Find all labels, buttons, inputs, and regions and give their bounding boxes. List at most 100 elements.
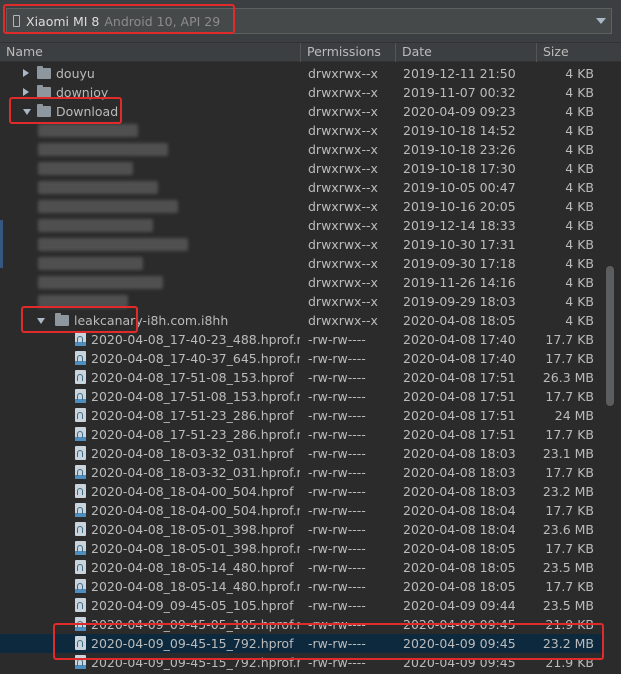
name-cell: 2020-04-08_18-03-32_031.hprof — [0, 444, 300, 463]
device-file-explorer: Xiaomi MI 8 Android 10, API 29 Name Perm… — [0, 0, 621, 674]
date-cell: 2020-04-08 18:05 — [403, 541, 516, 556]
folder-row[interactable]: drwxrwx--x 2019-12-14 18:33 4 KB — [0, 216, 603, 235]
redacted-name — [38, 276, 163, 289]
permissions-cell: drwxrwx--x — [308, 123, 378, 138]
file-row[interactable]: 2020-04-09_09-45-15_792.hprof -rw-rw---- 2… — [0, 634, 603, 653]
permissions-cell: -rw-rw---- — [308, 522, 366, 537]
permissions-cell: drwxrwx--x — [308, 256, 378, 271]
result-file-icon — [75, 332, 86, 346]
name-cell: 2020-04-08_18-05-01_398.hprof — [0, 520, 300, 539]
name-cell — [0, 121, 300, 140]
folder-icon — [37, 66, 51, 79]
permissions-cell: -rw-rw---- — [308, 541, 366, 556]
redacted-name — [38, 219, 153, 232]
permissions-cell: drwxrwx--x — [308, 142, 378, 157]
file-name: 2020-04-08_18-04-00_504.hprof — [91, 484, 294, 499]
file-row[interactable]: 2020-04-08_17-40-37_645.hprof.result -rw-… — [0, 349, 603, 368]
file-name: 2020-04-09_09-45-15_792.hprof — [91, 636, 294, 651]
file-row[interactable]: 2020-04-08_18-05-14_480.hprof.result -rw-… — [0, 577, 603, 596]
size-cell: 23.2 MB — [542, 484, 594, 499]
toolbar: Xiaomi MI 8 Android 10, API 29 — [0, 0, 621, 42]
file-row[interactable]: 2020-04-08_17-51-08_153.hprof -rw-rw---- 2… — [0, 368, 603, 387]
folder-row[interactable]: Download drwxrwx--x 2020-04-09 09:23 4 KB — [0, 102, 603, 121]
expand-open-icon[interactable] — [37, 318, 45, 324]
redacted-name — [38, 143, 168, 156]
size-cell: 17.7 KB — [545, 503, 594, 518]
hprof-file-icon — [75, 636, 86, 650]
file-row[interactable]: 2020-04-08_18-03-32_031.hprof.result -rw-… — [0, 463, 603, 482]
file-row[interactable]: 2020-04-08_17-40-23_488.hprof.result -rw-… — [0, 330, 603, 349]
size-cell: 23.2 MB — [542, 636, 594, 651]
size-cell: 4 KB — [565, 275, 594, 290]
hprof-file-icon — [75, 598, 86, 612]
date-cell: 2020-04-09 09:45 — [403, 617, 516, 632]
chevron-down-icon[interactable] — [596, 18, 606, 24]
permissions-cell: -rw-rw---- — [308, 579, 366, 594]
permissions-cell: -rw-rw---- — [308, 560, 366, 575]
permissions-cell: -rw-rw---- — [308, 503, 366, 518]
expand-open-icon[interactable] — [23, 109, 31, 115]
size-cell: 4 KB — [565, 199, 594, 214]
result-file-icon — [75, 541, 86, 555]
file-name: 2020-04-08_18-05-01_398.hprof.result — [91, 541, 300, 556]
name-cell: 2020-04-08_17-51-08_153.hprof.result — [0, 387, 300, 406]
permissions-cell: -rw-rw---- — [308, 446, 366, 461]
size-cell: 4 KB — [565, 161, 594, 176]
file-row[interactable]: 2020-04-08_18-05-01_398.hprof -rw-rw---- 2… — [0, 520, 603, 539]
redacted-name — [38, 181, 158, 194]
file-row[interactable]: 2020-04-08_18-04-00_504.hprof.result -rw-… — [0, 501, 603, 520]
name-cell: 2020-04-08_17-40-37_645.hprof.result — [0, 349, 300, 368]
device-name: Xiaomi MI 8 — [26, 13, 100, 29]
folder-row[interactable]: drwxrwx--x 2019-10-16 20:05 4 KB — [0, 197, 603, 216]
date-cell: 2020-04-08 17:51 — [403, 427, 516, 442]
expand-closed-icon[interactable] — [23, 69, 29, 77]
file-row[interactable]: 2020-04-08_18-05-14_480.hprof -rw-rw---- 2… — [0, 558, 603, 577]
file-name: 2020-04-08_17-51-23_286.hprof.result — [91, 427, 300, 442]
scrollbar-thumb[interactable] — [606, 266, 614, 406]
folder-row[interactable]: drwxrwx--x 2019-10-18 23:26 4 KB — [0, 140, 603, 159]
permissions-cell: -rw-rw---- — [308, 332, 366, 347]
file-row[interactable]: 2020-04-09_09-45-05_105.hprof -rw-rw---- 2… — [0, 596, 603, 615]
column-size[interactable]: Size — [537, 43, 621, 61]
device-selector[interactable]: Xiaomi MI 8 Android 10, API 29 — [6, 8, 612, 34]
file-row[interactable]: 2020-04-08_17-51-08_153.hprof.result -rw-… — [0, 387, 603, 406]
result-file-icon — [75, 427, 86, 441]
folder-row[interactable]: drwxrwx--x 2019-10-18 17:30 4 KB — [0, 159, 603, 178]
folder-row[interactable]: drwxrwx--x 2019-09-29 18:03 4 KB — [0, 292, 603, 311]
hprof-file-icon — [75, 484, 86, 498]
file-name: douyu — [56, 66, 95, 81]
file-row[interactable]: 2020-04-08_18-04-00_504.hprof -rw-rw---- 2… — [0, 482, 603, 501]
size-cell: 24 MB — [554, 408, 594, 423]
folder-row[interactable]: downjoy drwxrwx--x 2019-11-07 00:32 4 KB — [0, 83, 603, 102]
file-row[interactable]: 2020-04-09_09-45-05_105.hprof.result -rw-… — [0, 615, 603, 634]
file-row[interactable]: 2020-04-08_18-05-01_398.hprof.result -rw-… — [0, 539, 603, 558]
file-row[interactable]: 2020-04-09_09-45-15_792.hprof.result -rw-… — [0, 653, 603, 672]
permissions-cell: -rw-rw---- — [308, 617, 366, 632]
permissions-cell: -rw-rw---- — [308, 598, 366, 613]
column-name[interactable]: Name — [0, 43, 300, 61]
file-row[interactable]: 2020-04-08_17-51-23_286.hprof.result -rw-… — [0, 425, 603, 444]
column-date[interactable]: Date — [396, 43, 536, 61]
folder-row[interactable]: drwxrwx--x 2019-10-05 00:47 4 KB — [0, 178, 603, 197]
folder-row[interactable]: leakcanary-i8h.com.i8hh drwxrwx--x 2020-04… — [0, 311, 603, 330]
folder-row[interactable]: drwxrwx--x 2019-10-30 17:31 4 KB — [0, 235, 603, 254]
size-cell: 4 KB — [565, 294, 594, 309]
folder-row[interactable]: drwxrwx--x 2019-10-18 14:52 4 KB — [0, 121, 603, 140]
permissions-cell: -rw-rw---- — [308, 484, 366, 499]
column-permissions[interactable]: Permissions — [301, 43, 395, 61]
name-cell: 2020-04-09_09-45-05_105.hprof.result — [0, 615, 300, 634]
expand-closed-icon[interactable] — [23, 88, 29, 96]
file-row[interactable]: 2020-04-08_18-03-32_031.hprof -rw-rw---- 2… — [0, 444, 603, 463]
file-name: 2020-04-08_18-04-00_504.hprof.result — [91, 503, 300, 518]
date-cell: 2019-10-05 00:47 — [403, 180, 516, 195]
date-cell: 2020-04-08 18:03 — [403, 484, 516, 499]
folder-row[interactable]: drwxrwx--x 2019-11-26 14:16 4 KB — [0, 273, 603, 292]
folder-row[interactable]: drwxrwx--x 2019-09-30 17:18 4 KB — [0, 254, 603, 273]
file-row[interactable]: 2020-04-08_17-51-23_286.hprof -rw-rw---- 2… — [0, 406, 603, 425]
permissions-cell: -rw-rw---- — [308, 370, 366, 385]
file-name: leakcanary-i8h.com.i8hh — [74, 313, 229, 328]
permissions-cell: drwxrwx--x — [308, 104, 378, 119]
folder-row[interactable]: douyu drwxrwx--x 2019-12-11 21:50 4 KB — [0, 64, 603, 83]
date-cell: 2020-04-09 09:44 — [403, 598, 516, 613]
size-cell: 23.5 MB — [542, 598, 594, 613]
